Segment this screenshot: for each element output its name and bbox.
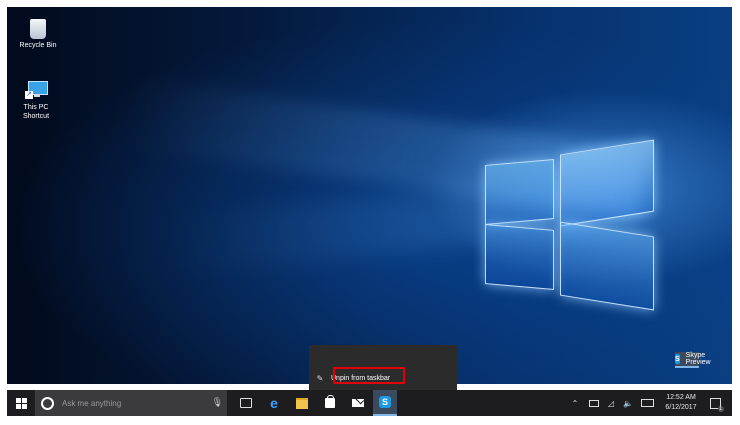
skype-icon: S (379, 396, 391, 408)
cortana-icon (41, 396, 54, 410)
microphone-icon[interactable]: 🎙 (212, 397, 223, 408)
mail-icon (352, 399, 364, 407)
annotation-highlight-box (333, 367, 405, 384)
show-hidden-icons-button[interactable]: ⌃ (569, 390, 581, 416)
volume-tray-button[interactable]: 🔈 (621, 390, 635, 416)
store-button[interactable] (319, 390, 341, 416)
battery-tray-button[interactable] (587, 390, 601, 416)
network-icon: ◿ (607, 398, 615, 408)
file-explorer-button[interactable] (291, 390, 313, 416)
edge-browser-button[interactable]: e (263, 390, 285, 416)
windows-start-icon (15, 397, 27, 409)
this-pc-shortcut-desktop-icon[interactable]: ↗ This PC Shortcut (13, 79, 59, 121)
edge-icon: e (270, 395, 278, 411)
desktop: Recycle Bin ↗ This PC Shortcut (7, 7, 732, 384)
store-bag-icon (325, 395, 335, 408)
start-button[interactable] (7, 390, 35, 416)
jumplist-item-skype-preview[interactable]: S Skype Preview (675, 352, 711, 368)
task-view-button[interactable] (235, 390, 257, 416)
taskbar-clock[interactable]: 12:52 AM 6/12/2017 (661, 393, 701, 413)
recycle-bin-icon (30, 19, 46, 39)
recycle-bin-desktop-icon[interactable]: Recycle Bin (15, 19, 61, 50)
touch-keyboard-button[interactable] (639, 390, 655, 416)
windows-logo-pane (485, 223, 554, 291)
skype-icon: S (675, 354, 680, 364)
cortana-search-box[interactable]: Ask me anything 🎙 (35, 390, 227, 416)
notification-icon: 1 (709, 397, 724, 412)
this-pc-label: This PC Shortcut (22, 104, 50, 120)
taskbar: Ask me anything 🎙 e S ⌃ ◿ 🔈 12:52 AM 6/1… (7, 390, 732, 416)
battery-icon (589, 399, 599, 407)
recycle-bin-label: Recycle Bin (19, 42, 57, 49)
action-center-button[interactable]: 1 (705, 390, 725, 416)
windows-logo-pane (560, 139, 654, 227)
mail-button[interactable] (347, 390, 369, 416)
computer-icon: ↗ (25, 79, 48, 101)
notification-badge: 1 (717, 405, 724, 412)
speaker-icon: 🔈 (623, 398, 633, 408)
keyboard-icon (640, 399, 654, 407)
jumplist-item-label: Skype Preview (685, 352, 711, 366)
unpin-icon: ✎ (316, 373, 324, 383)
skype-taskbar-button[interactable]: S (373, 390, 397, 416)
network-tray-button[interactable]: ◿ (605, 390, 617, 416)
search-placeholder: Ask me anything (62, 398, 122, 408)
task-view-icon (240, 398, 252, 408)
folder-icon (296, 397, 308, 409)
clock-time: 12:52 AM (666, 394, 696, 401)
windows-logo-pane (560, 221, 654, 311)
clock-date: 6/12/2017 (665, 404, 697, 411)
chevron-up-icon: ⌃ (571, 398, 579, 408)
windows-logo-pane (485, 158, 554, 226)
